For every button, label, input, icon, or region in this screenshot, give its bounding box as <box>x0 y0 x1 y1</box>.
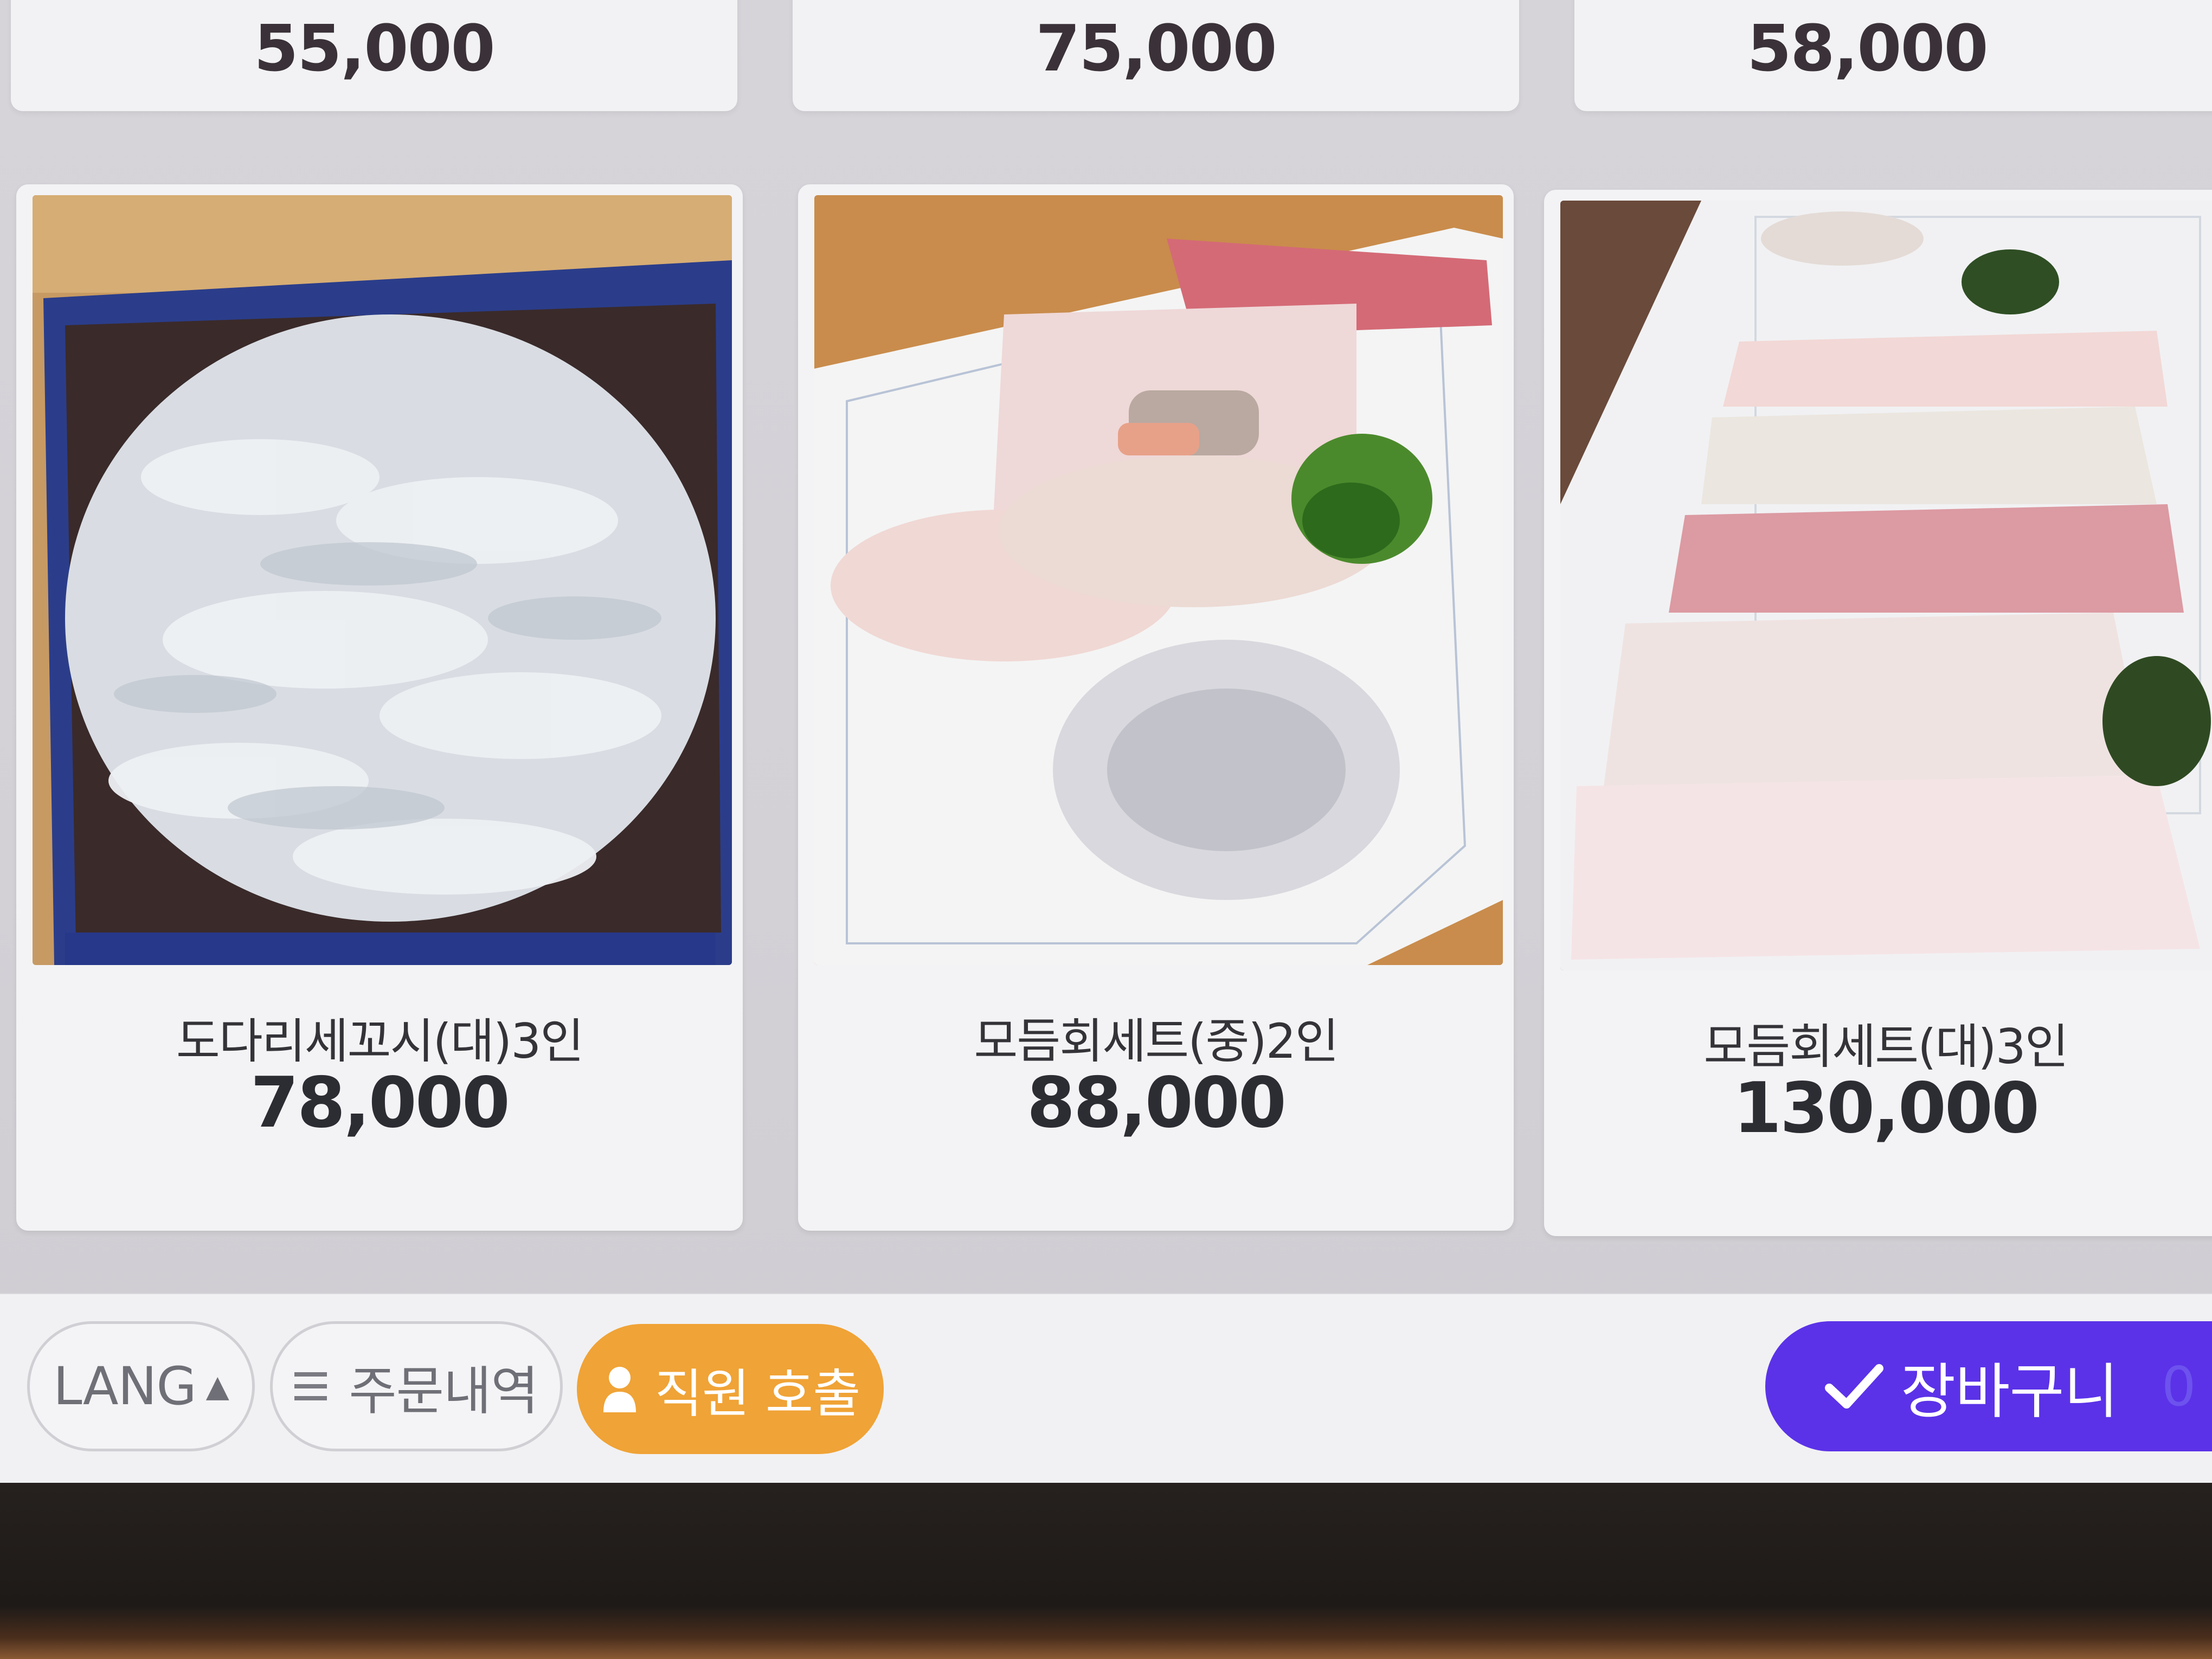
menu-item-price: 130,000 <box>1733 1068 2040 1149</box>
menu-item-price: 78,000 <box>250 1063 510 1143</box>
menu-price: 58,000 <box>1747 10 1988 86</box>
menu-item-name: 모듬회세트(중)2인 <box>974 1013 1339 1069</box>
menu-card-top-1[interactable]: 55,000 <box>11 0 737 111</box>
menu-item-price: 88,000 <box>1027 1063 1287 1143</box>
menu-item-name: 모듬회세트(대)3인 <box>1703 1019 2068 1075</box>
list-icon <box>294 1370 332 1403</box>
menu-item-photo <box>814 195 1503 965</box>
menu-item-photo <box>1560 201 2212 970</box>
call-staff-label: 직원 호출 <box>654 1363 861 1424</box>
cart-label: 장바구니 <box>1901 1357 2119 1426</box>
kiosk-screen: 55,000 75,000 58,000 도다리세꼬시(대)3인 78,000 … <box>0 0 2212 1483</box>
menu-card-top-3[interactable]: 58,000 <box>1574 0 2212 111</box>
menu-card-mixed-sashimi-medium[interactable]: 모듬회세트(중)2인 88,000 <box>798 184 1514 1231</box>
language-button[interactable]: LANG ▲ <box>27 1321 255 1451</box>
menu-price: 75,000 <box>1036 10 1277 86</box>
menu-card-top-2[interactable]: 75,000 <box>793 0 1519 111</box>
menu-item-photo <box>33 195 732 965</box>
menu-card-dodari-large[interactable]: 도다리세꼬시(대)3인 78,000 <box>16 184 743 1231</box>
menu-price: 55,000 <box>254 10 495 86</box>
order-history-label: 주문내역 <box>349 1360 538 1422</box>
menu-card-mixed-sashimi-large[interactable]: 모듬회세트(대)3인 130,000 <box>1544 190 2212 1236</box>
cart-button[interactable]: 장바구니 0 <box>1765 1321 2212 1451</box>
menu-item-name: 도다리세꼬시(대)3인 <box>176 1013 584 1069</box>
caret-up-icon: ▲ <box>205 1368 229 1404</box>
device-bezel <box>0 1483 2212 1659</box>
cart-count-badge: 0 <box>2161 1354 2196 1418</box>
check-icon <box>1825 1362 1885 1411</box>
bottom-action-bar: LANG ▲ 주문내역 직원 호출 장바구니 0 <box>0 1293 2212 1483</box>
person-icon <box>601 1365 639 1413</box>
language-label: LANG <box>53 1356 197 1417</box>
call-staff-button[interactable]: 직원 호출 <box>577 1324 884 1454</box>
order-history-button[interactable]: 주문내역 <box>270 1321 563 1451</box>
